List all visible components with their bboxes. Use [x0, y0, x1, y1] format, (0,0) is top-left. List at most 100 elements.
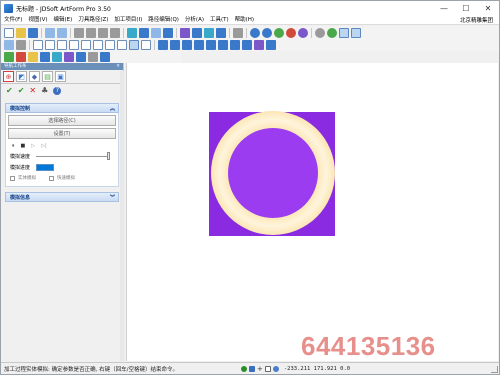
- surface-icon[interactable]: [158, 39, 168, 50]
- paste-icon[interactable]: [98, 27, 108, 38]
- render-icon[interactable]: [204, 27, 214, 38]
- rotate-view-icon[interactable]: [298, 27, 308, 38]
- panel-close-icon[interactable]: ✕: [116, 63, 123, 70]
- zoom-out-icon[interactable]: [262, 27, 272, 38]
- material-icon[interactable]: [64, 51, 74, 62]
- play-icon[interactable]: ▷: [31, 143, 35, 149]
- step-icon[interactable]: ▷|: [41, 143, 47, 149]
- menu-help[interactable]: 帮助(H): [232, 15, 257, 25]
- simulate-icon[interactable]: [28, 51, 38, 62]
- menu-machining[interactable]: 加工项目(I): [111, 15, 145, 25]
- menu-file[interactable]: 文件(F): [1, 15, 25, 25]
- offset-icon[interactable]: [141, 39, 151, 50]
- settings-button[interactable]: 设置(T): [8, 128, 116, 139]
- tab-simulation[interactable]: ⊕: [3, 71, 14, 82]
- menu-analysis[interactable]: 分析(A): [182, 15, 207, 25]
- sim-control-section-header[interactable]: 模拟控制 ︽: [5, 103, 119, 113]
- spline-icon[interactable]: [93, 39, 103, 50]
- confirm-icon[interactable]: ✔: [6, 86, 13, 95]
- show-icon[interactable]: [327, 27, 337, 38]
- toolpath-icon[interactable]: [16, 51, 26, 62]
- revolve-icon[interactable]: [218, 39, 228, 50]
- help-icon[interactable]: ?: [53, 86, 62, 95]
- save-icon[interactable]: [28, 27, 38, 38]
- tab-properties[interactable]: ▣: [55, 71, 66, 82]
- check-path-icon[interactable]: [40, 51, 50, 62]
- undo-icon[interactable]: [45, 27, 55, 38]
- menu-view[interactable]: 视图(V): [25, 15, 50, 25]
- close-button[interactable]: ✕: [477, 1, 499, 15]
- grid-icon[interactable]: [139, 27, 149, 38]
- options-icon[interactable]: ♣: [41, 86, 48, 95]
- cut-icon[interactable]: [74, 27, 84, 38]
- light-icon[interactable]: [216, 27, 226, 38]
- select-mode-icon[interactable]: [339, 27, 349, 38]
- shade-icon[interactable]: [180, 27, 190, 38]
- relief-icon[interactable]: [170, 39, 180, 50]
- emboss-icon[interactable]: [182, 39, 192, 50]
- fast-sim-checkbox[interactable]: [49, 175, 54, 181]
- snap-status-icon[interactable]: [241, 366, 247, 372]
- stock-icon[interactable]: [76, 51, 86, 62]
- snap-icon[interactable]: [151, 27, 161, 38]
- machine-icon[interactable]: [100, 51, 110, 62]
- zoom-window-icon[interactable]: [286, 27, 296, 38]
- polyline-icon[interactable]: [45, 39, 55, 50]
- coord-mode-icon[interactable]: [272, 366, 279, 372]
- mesh-icon[interactable]: [254, 39, 264, 50]
- redo-icon[interactable]: [57, 27, 67, 38]
- loft-icon[interactable]: [206, 39, 216, 50]
- zoom-all-icon[interactable]: [274, 27, 284, 38]
- sim-info-section-header[interactable]: 模拟信息 ︾: [5, 192, 119, 202]
- arrow-left-icon[interactable]: [4, 39, 14, 50]
- output-path-icon[interactable]: [52, 51, 62, 62]
- delete-icon[interactable]: [110, 27, 120, 38]
- apply-icon[interactable]: ✔: [18, 86, 25, 95]
- select-path-button[interactable]: 选择路径(C): [8, 115, 116, 126]
- sweep-icon[interactable]: [194, 39, 204, 50]
- circle-icon[interactable]: [69, 39, 79, 50]
- expand-icon[interactable]: ︾: [110, 194, 118, 201]
- sculpt-icon[interactable]: [266, 39, 276, 50]
- menu-edit[interactable]: 编辑(E): [51, 15, 76, 25]
- tab-layers[interactable]: ◆: [29, 71, 40, 82]
- trim-icon[interactable]: [105, 39, 115, 50]
- fixture-icon[interactable]: [88, 51, 98, 62]
- pick-mode-icon[interactable]: [351, 27, 361, 38]
- tab-objects[interactable]: ◩: [16, 71, 27, 82]
- arc-icon[interactable]: [57, 39, 67, 50]
- menu-path-edit[interactable]: 路径编辑(Q): [145, 15, 182, 25]
- crosshair-icon[interactable]: +: [257, 365, 263, 373]
- stop-icon[interactable]: ■: [21, 143, 26, 149]
- speed-slider[interactable]: [36, 152, 110, 160]
- zoom-in-icon[interactable]: [250, 27, 260, 38]
- panel-splitter[interactable]: [120, 71, 124, 361]
- hide-icon[interactable]: [315, 27, 325, 38]
- smooth-icon[interactable]: [242, 39, 252, 50]
- solid-sim-checkbox[interactable]: [10, 175, 15, 181]
- rectangle-icon[interactable]: [81, 39, 91, 50]
- blend-icon[interactable]: [230, 39, 240, 50]
- line-icon[interactable]: [33, 39, 43, 50]
- display-mode-icon[interactable]: [163, 27, 173, 38]
- extend-icon[interactable]: [117, 39, 127, 50]
- ortho-status-icon[interactable]: [264, 366, 271, 372]
- layer-icon[interactable]: [127, 27, 137, 38]
- pause-icon[interactable]: ⏸: [12, 143, 15, 149]
- menu-tools[interactable]: 工具(T): [207, 15, 232, 25]
- open-folder-icon[interactable]: [16, 27, 26, 38]
- tab-paths[interactable]: ▤: [42, 71, 53, 82]
- active-tool-icon[interactable]: [129, 39, 139, 50]
- maximize-button[interactable]: ☐: [455, 1, 477, 15]
- speed-slider-thumb[interactable]: [107, 152, 110, 160]
- menu-toolpath[interactable]: 刀具路径(Z): [75, 15, 111, 25]
- resize-grip[interactable]: [491, 366, 498, 373]
- minimize-button[interactable]: —: [433, 1, 455, 15]
- measure-icon[interactable]: [233, 27, 243, 38]
- viewport-3d[interactable]: [126, 63, 498, 361]
- grid-status-icon[interactable]: [249, 366, 255, 372]
- move-icon[interactable]: [16, 39, 26, 50]
- new-file-icon[interactable]: [4, 27, 14, 38]
- tool-library-icon[interactable]: [4, 51, 14, 62]
- collapse-icon[interactable]: ︽: [110, 105, 118, 112]
